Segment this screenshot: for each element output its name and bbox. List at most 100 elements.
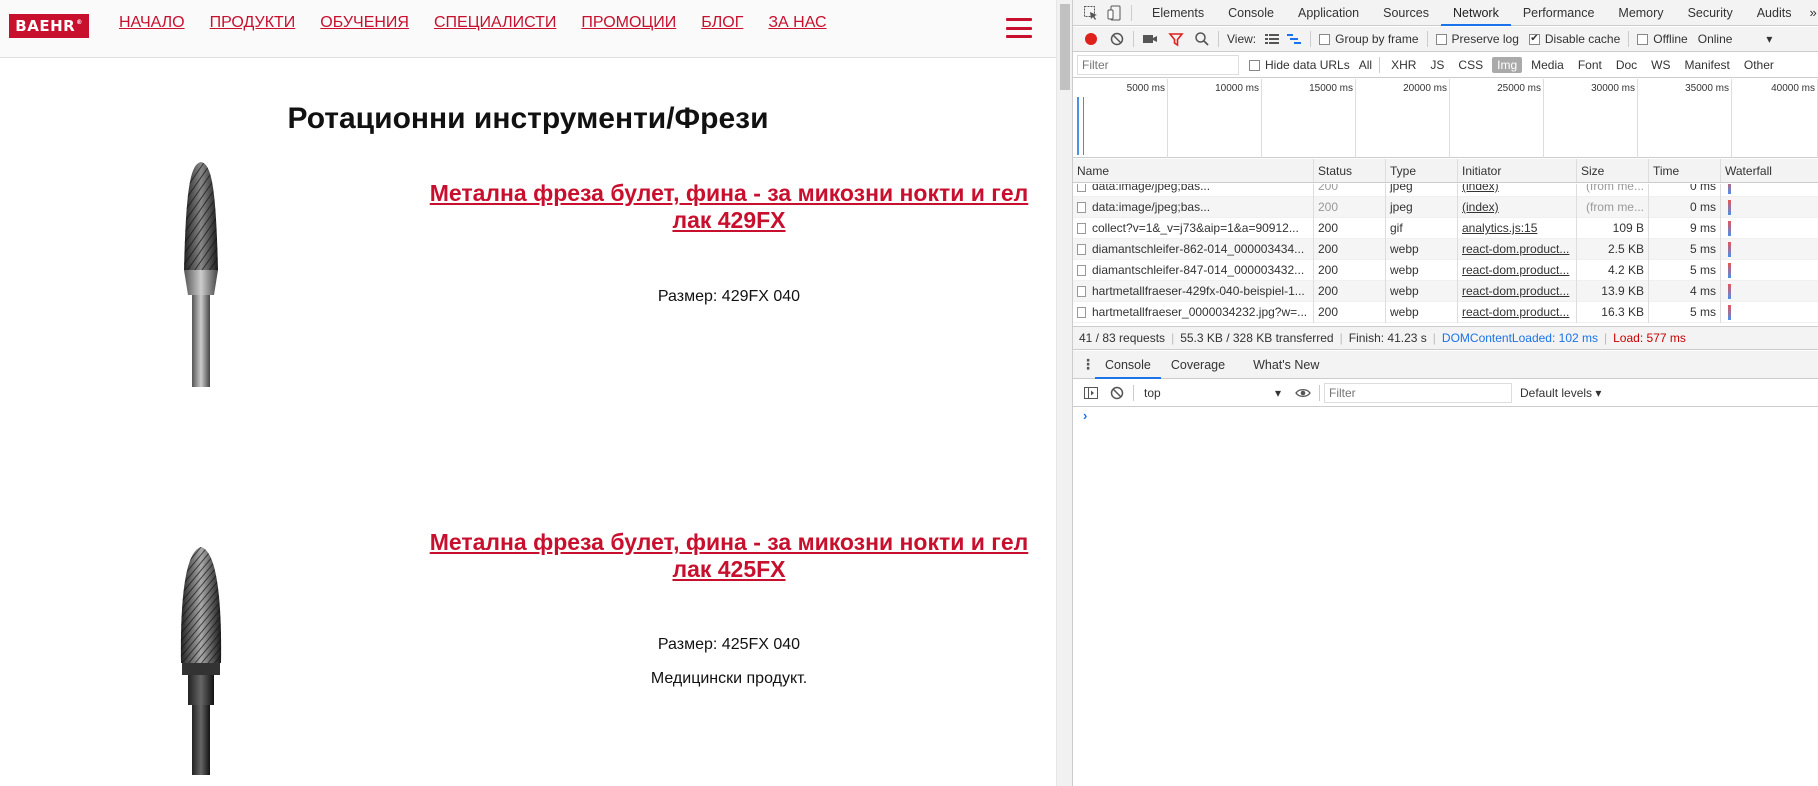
table-row[interactable]: hartmetallfraeser_0000034232.jpg?w=... 2… — [1073, 301, 1818, 323]
tab-performance[interactable]: Performance — [1511, 0, 1607, 26]
search-icon[interactable] — [1194, 31, 1210, 47]
tab-security[interactable]: Security — [1676, 0, 1745, 26]
column-header-size[interactable]: Size — [1577, 159, 1649, 182]
console-sidebar-icon[interactable] — [1083, 385, 1099, 401]
page-scrollbar[interactable] — [1056, 0, 1072, 786]
type-filter-ws[interactable]: WS — [1646, 57, 1675, 73]
initiator-link[interactable]: react-dom.product... — [1462, 263, 1569, 277]
drawer-tab-coverage[interactable]: Coverage — [1161, 351, 1235, 379]
initiator-link[interactable]: react-dom.product... — [1462, 242, 1569, 256]
network-overview-timeline[interactable]: 5000 ms 10000 ms 15000 ms 20000 ms 25000… — [1073, 79, 1818, 158]
table-row[interactable]: data:image/jpeg;bas... 200 jpeg (index) … — [1073, 196, 1818, 218]
column-header-type[interactable]: Type — [1386, 159, 1458, 182]
tab-sources[interactable]: Sources — [1371, 0, 1441, 26]
table-row[interactable]: data:image/jpeg;bas... 200 jpeg (index) … — [1073, 184, 1818, 197]
type-filter-xhr[interactable]: XHR — [1386, 57, 1421, 73]
tab-application[interactable]: Application — [1286, 0, 1371, 26]
throttling-value: Online — [1697, 32, 1733, 46]
nav-link-home[interactable]: НАЧАЛО — [119, 14, 185, 32]
console-prompt[interactable]: › — [1083, 408, 1087, 423]
cell-name: hartmetallfraeser-429fx-040-beispiel-1..… — [1073, 280, 1314, 302]
type-filter-media[interactable]: Media — [1526, 57, 1569, 73]
nav-link-blog[interactable]: БЛОГ — [701, 14, 743, 32]
cell-time: 4 ms — [1649, 280, 1721, 302]
waterfall-overview-icon[interactable] — [1286, 31, 1302, 47]
tab-memory[interactable]: Memory — [1606, 0, 1675, 26]
type-filter-font[interactable]: Font — [1573, 57, 1607, 73]
initiator-link[interactable]: (index) — [1462, 200, 1499, 214]
column-header-time[interactable]: Time — [1649, 159, 1721, 182]
type-filter-img[interactable]: Img — [1492, 57, 1523, 73]
bur-429fx-image[interactable] — [176, 160, 226, 390]
drawer-tab-whats-new[interactable]: What's New — [1243, 351, 1329, 379]
timeline-tick-label: 5000 ms — [1126, 83, 1165, 94]
drawer-menu-icon[interactable]: ⋮ — [1081, 356, 1095, 373]
execution-context-select[interactable]: top ▾ — [1140, 383, 1285, 403]
table-row[interactable]: diamantschleifer-862-014_000003434... 20… — [1073, 238, 1818, 260]
capture-screenshots-icon[interactable] — [1142, 31, 1158, 47]
baehr-logo[interactable]: BAEHR ® — [9, 14, 89, 38]
table-row[interactable]: diamantschleifer-847-014_000003432... 20… — [1073, 259, 1818, 281]
chevron-down-icon: ▾ — [1274, 386, 1281, 400]
nav-link-promotions[interactable]: ПРОМОЦИИ — [581, 14, 676, 32]
throttling-select[interactable]: Online ▾ — [1698, 32, 1773, 46]
hide-data-urls-checkbox[interactable]: Hide data URLs — [1249, 58, 1350, 72]
more-tabs-button[interactable]: » — [1809, 5, 1816, 20]
nav-link-trainings[interactable]: ОБУЧЕНИЯ — [320, 14, 409, 32]
finish-time: Finish: 41.23 s — [1348, 331, 1427, 345]
tab-elements[interactable]: Elements — [1140, 0, 1216, 26]
large-rows-icon[interactable] — [1264, 31, 1280, 47]
page-scroll-thumb[interactable] — [1060, 4, 1070, 90]
network-filter-input[interactable] — [1077, 55, 1239, 75]
cell-type: webp — [1386, 238, 1458, 260]
nav-link-products[interactable]: ПРОДУКТИ — [210, 14, 296, 32]
disable-cache-checkbox[interactable]: ✔ Disable cache — [1528, 32, 1620, 46]
type-filter-all[interactable]: All — [1354, 57, 1377, 73]
product-link-429fx[interactable]: Метална фреза булет, фина - за микозни н… — [414, 180, 1044, 234]
hide-data-urls-label: Hide data URLs — [1265, 58, 1350, 72]
nav-link-specialists[interactable]: СПЕЦИАЛИСТИ — [434, 14, 556, 32]
initiator-link[interactable]: react-dom.product... — [1462, 305, 1569, 319]
inspect-element-icon[interactable] — [1083, 5, 1099, 21]
table-row[interactable]: collect?v=1&_v=j73&aip=1&a=90912... 200 … — [1073, 217, 1818, 239]
clear-console-icon[interactable] — [1109, 385, 1125, 401]
column-header-status[interactable]: Status — [1314, 159, 1386, 182]
log-levels-dropdown[interactable]: Default levels ▾ — [1520, 386, 1601, 400]
drawer-tab-console[interactable]: Console — [1095, 351, 1161, 379]
dom-content-loaded-marker — [1077, 97, 1079, 155]
cell-waterfall — [1721, 302, 1818, 323]
preserve-log-checkbox[interactable]: Preserve log — [1435, 32, 1519, 46]
filter-funnel-icon[interactable] — [1168, 31, 1184, 47]
tab-network[interactable]: Network — [1441, 0, 1511, 26]
column-header-name[interactable]: Name — [1073, 159, 1314, 182]
type-filter-css[interactable]: CSS — [1453, 57, 1488, 73]
column-header-initiator[interactable]: Initiator — [1458, 159, 1577, 182]
type-filter-other[interactable]: Other — [1739, 57, 1779, 73]
preserve-log-label: Preserve log — [1451, 32, 1519, 46]
initiator-link[interactable]: analytics.js:15 — [1462, 221, 1537, 235]
live-expression-eye-icon[interactable] — [1295, 385, 1311, 401]
product-link-425fx[interactable]: Метална фреза булет, фина - за микозни н… — [414, 529, 1044, 583]
table-row[interactable]: hartmetallfraeser-429fx-040-beispiel-1..… — [1073, 280, 1818, 302]
bur-425fx-image[interactable] — [176, 545, 226, 775]
type-filter-js[interactable]: JS — [1425, 57, 1449, 73]
tab-console[interactable]: Console — [1216, 0, 1286, 26]
initiator-link[interactable]: react-dom.product... — [1462, 284, 1569, 298]
type-filter-manifest[interactable]: Manifest — [1680, 57, 1735, 73]
initiator-link[interactable]: (index) — [1462, 184, 1499, 193]
nav-link-about[interactable]: ЗА НАС — [768, 14, 826, 32]
tab-audits[interactable]: Audits — [1745, 0, 1804, 26]
timeline-tick-label: 35000 ms — [1685, 83, 1729, 94]
hamburger-menu-icon[interactable] — [1006, 18, 1032, 38]
product-note-425fx: Медицински продукт. — [650, 670, 808, 687]
column-header-waterfall[interactable]: Waterfall — [1721, 159, 1818, 182]
offline-checkbox[interactable]: Offline — [1637, 32, 1688, 46]
clear-icon[interactable] — [1109, 31, 1125, 47]
record-icon[interactable] — [1083, 31, 1099, 47]
device-toolbar-icon[interactable] — [1107, 5, 1123, 21]
type-filter-doc[interactable]: Doc — [1611, 57, 1642, 73]
console-filter-input[interactable] — [1324, 383, 1512, 403]
drawer-tab-bar: ⋮ Console Coverage What's New — [1073, 351, 1818, 379]
group-by-frame-checkbox[interactable]: Group by frame — [1319, 32, 1419, 46]
group-by-frame-label: Group by frame — [1335, 32, 1419, 46]
